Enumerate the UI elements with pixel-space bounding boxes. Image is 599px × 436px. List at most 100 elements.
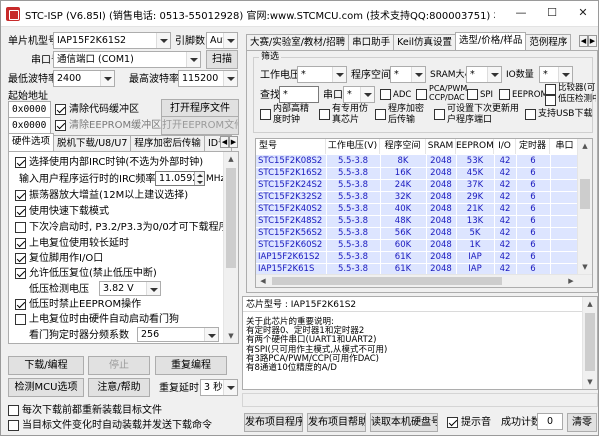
table-row[interactable]: STC15F2K16S2 5.5-3.8 16K 2048 45K 42 6 [256, 167, 580, 180]
publish-program-button[interactable]: 发布项目程序 [244, 413, 303, 432]
search-input[interactable]: * [279, 86, 319, 103]
port-select[interactable]: 通信端口 (COM1) [53, 51, 201, 68]
long-reset-delay-checkbox[interactable] [15, 238, 26, 249]
auto-send-on-change-checkbox[interactable] [8, 420, 19, 431]
program-space-filter-select[interactable]: * [390, 66, 426, 83]
encrypt-filter-checkbox[interactable] [375, 109, 386, 120]
column-header-program-space[interactable]: 程序空间 [380, 139, 426, 154]
beep-checkbox[interactable] [447, 417, 458, 428]
scrollbar-thumb[interactable] [580, 179, 590, 209]
tab-scroll-right-icon[interactable]: ▶ [588, 35, 597, 47]
tab-serial-assistant[interactable]: 串口助手 [348, 34, 395, 50]
reload-before-download-checkbox[interactable] [8, 405, 19, 416]
table-row[interactable]: STC15F2K48S2 5.5-3.8 48K 2048 13K 42 6 [256, 215, 580, 228]
usb-download-filter-checkbox[interactable] [525, 109, 536, 120]
low-voltage-reset-checkbox[interactable] [15, 268, 26, 279]
scroll-down-icon[interactable]: ▼ [583, 375, 597, 389]
repeat-delay-select[interactable]: 3 秒 [200, 379, 238, 396]
table-row[interactable]: IAP15F2K61S2 5.5-3.8 61K 2048 IAP 42 6 [256, 251, 580, 264]
clear-count-button[interactable]: 清零 [567, 413, 597, 432]
read-disk-serial-button[interactable]: 读取本机硬盘号 [370, 413, 438, 432]
clear-code-buffer-checkbox[interactable] [55, 104, 66, 115]
auto-watchdog-checkbox[interactable] [15, 314, 26, 325]
maximize-button[interactable]: ☐ [537, 1, 567, 25]
low-voltage-select[interactable]: 3.82 V [99, 281, 161, 296]
table-row[interactable]: STC15F2K40S2 5.5-3.8 40K 2048 21K 42 6 [256, 203, 580, 216]
column-header-timers[interactable]: 定时器 [516, 139, 550, 154]
eeprom-start-address-input[interactable]: 0x0000 [8, 117, 51, 134]
uart-filter-select[interactable]: * [343, 86, 375, 103]
tab-encrypted-transfer[interactable]: 程序加密后传输 [130, 135, 205, 151]
comparator-filter-checkbox[interactable] [545, 84, 556, 95]
max-baud-select[interactable]: 115200 [178, 70, 238, 87]
column-header-voltage[interactable]: 工作电压(V) [326, 139, 380, 154]
min-baud-select[interactable]: 2400 [53, 70, 115, 87]
io-filter-select[interactable]: * [539, 66, 573, 83]
table-row[interactable]: STC15F2K24S2 5.5-3.8 24K 2048 37K 42 6 [256, 179, 580, 192]
tab-selection-price[interactable]: 选型/价格/样品 [455, 32, 527, 50]
simulation-chip-filter-checkbox[interactable] [319, 109, 330, 120]
open-eeprom-file-button[interactable]: 打开EEPROM文件 [161, 116, 239, 135]
tab-competition-lab[interactable]: 大赛/实验室/教材/招聘 [246, 34, 350, 50]
table-row[interactable]: IAP15F2K61S 5.5-3.8 61K 2048 IAP 42 6 [256, 263, 580, 274]
tab-scroll-left-icon[interactable]: ◀ [220, 136, 229, 148]
clear-eeprom-buffer-checkbox[interactable] [55, 120, 66, 131]
frequency-stepper[interactable] [194, 172, 204, 185]
help-button[interactable]: 注意/帮助 [88, 378, 150, 397]
spi-filter-checkbox[interactable] [467, 89, 478, 100]
tab-scroll-right-icon[interactable]: ▶ [229, 136, 238, 148]
close-button[interactable]: ✕ [568, 1, 598, 25]
download-program-button[interactable]: 下载/编程 [8, 356, 84, 375]
stop-button[interactable]: 停止 [88, 356, 150, 375]
chip-info-scrollbar[interactable]: ▲ ▼ [582, 297, 597, 389]
column-header-uart[interactable]: 串口 [550, 139, 580, 154]
scrollbar-thumb[interactable] [226, 168, 236, 268]
table-row[interactable]: STC15F2K08S2 5.5-3.8 8K 2048 53K 42 6 [256, 155, 580, 168]
low-voltage-detect-filter-checkbox[interactable] [545, 95, 556, 106]
pca-filter-checkbox[interactable] [416, 89, 427, 100]
reset-pin-io-checkbox[interactable] [15, 253, 26, 264]
code-start-address-input[interactable]: 0x0000 [8, 101, 51, 118]
tab-keil-simulation[interactable]: Keil仿真设置 [393, 34, 457, 50]
column-header-model[interactable]: 型号 [256, 139, 326, 154]
table-row[interactable]: STC15F2K56S2 5.5-3.8 56K 2048 5K 42 6 [256, 227, 580, 240]
scrollbar-thumb[interactable] [272, 277, 502, 285]
tab-example-programs[interactable]: 范例程序 [525, 34, 572, 50]
internal-clock-filter-checkbox[interactable] [260, 109, 271, 120]
table-row[interactable]: STC15F2K60S2 5.5-3.8 60K 2048 1K 42 6 [256, 239, 580, 252]
scroll-left-icon[interactable]: ◀ [256, 275, 270, 287]
scan-button[interactable]: 扫描 [206, 50, 238, 69]
adc-filter-checkbox[interactable] [380, 89, 391, 100]
voltage-filter-select[interactable]: * [297, 66, 347, 83]
table-row[interactable]: STC15F2K32S2 5.5-3.8 32K 2048 29K 42 6 [256, 191, 580, 204]
watchdog-divider-select[interactable]: 256 [137, 327, 219, 342]
column-header-io[interactable]: I/O [494, 139, 516, 154]
irc-frequency-input[interactable]: 11.0592 [155, 171, 205, 186]
scroll-up-icon[interactable]: ▲ [578, 139, 592, 153]
tab-scroll-left-icon[interactable]: ◀ [579, 35, 588, 47]
column-header-eeprom[interactable]: EEPROM [456, 139, 494, 154]
options-scrollbar[interactable]: ▲ ▼ [223, 152, 238, 343]
publish-help-button[interactable]: 发布项目帮助 [307, 413, 366, 432]
cold-start-p32-checkbox[interactable] [15, 222, 26, 233]
scroll-down-icon[interactable]: ▼ [578, 260, 592, 274]
repeat-program-button[interactable]: 重复编程 [155, 356, 227, 375]
check-mcu-options-button[interactable]: 检测MCU选项 [8, 378, 84, 397]
minimize-button[interactable]: — [506, 1, 536, 25]
fast-download-checkbox[interactable] [15, 206, 26, 217]
scroll-right-icon[interactable]: ▶ [564, 275, 578, 287]
pin-count-select[interactable]: Auto [206, 32, 238, 49]
table-horizontal-scrollbar[interactable]: ◀ ▶ [256, 274, 592, 287]
update-port-filter-checkbox[interactable] [434, 109, 445, 120]
oscillator-gain-checkbox[interactable] [15, 190, 26, 201]
sram-filter-select[interactable]: * [466, 66, 502, 83]
scroll-up-icon[interactable]: ▲ [583, 297, 597, 311]
table-vertical-scrollbar[interactable]: ▲ ▼ [577, 139, 592, 274]
column-header-sram[interactable]: SRAM [426, 139, 456, 154]
eeprom-filter-checkbox[interactable] [499, 89, 510, 100]
scrollbar-thumb[interactable] [585, 313, 595, 371]
mcu-type-select[interactable]: IAP15F2K61S2 [53, 32, 171, 49]
tab-hardware-options[interactable]: 硬件选项 [8, 133, 55, 151]
low-voltage-eeprom-checkbox[interactable] [15, 299, 26, 310]
tab-offline-download[interactable]: 脱机下载/U8/U7 [53, 135, 132, 151]
